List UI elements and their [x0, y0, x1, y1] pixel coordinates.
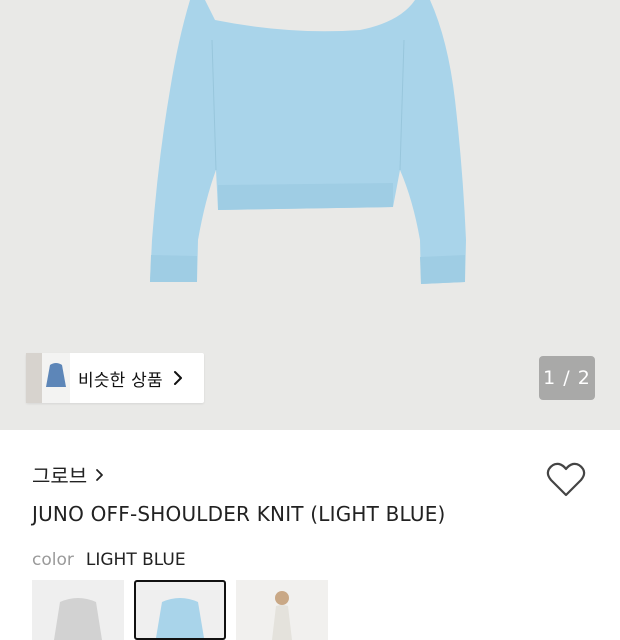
similar-products-thumbnail — [26, 353, 70, 403]
product-title: JUNO OFF-SHOULDER KNIT (LIGHT BLUE) — [32, 502, 446, 526]
color-selection: color LIGHT BLUE — [32, 550, 186, 570]
brand-link[interactable]: 그로브 — [32, 460, 104, 489]
color-label: color — [32, 550, 74, 570]
similar-products-label: 비슷한 상품 — [78, 370, 163, 391]
brand-name: 그로브 — [32, 464, 88, 488]
chevron-right-icon — [173, 371, 182, 385]
color-option-gray[interactable] — [32, 580, 124, 640]
color-option-model-photo[interactable] — [236, 580, 328, 640]
image-pager-indicator: 1 / 2 — [539, 356, 595, 400]
product-image-gallery[interactable]: 비슷한 상품 1 / 2 — [0, 0, 620, 430]
color-option-list — [32, 580, 328, 640]
selected-color-value: LIGHT BLUE — [85, 550, 186, 570]
product-info: 그로브 JUNO OFF-SHOULDER KNIT (LIGHT BLUE) … — [0, 430, 620, 640]
heart-icon[interactable] — [545, 460, 587, 500]
similar-products-button[interactable]: 비슷한 상품 — [26, 353, 204, 403]
color-option-light-blue[interactable] — [134, 580, 226, 640]
chevron-right-icon — [96, 468, 104, 481]
